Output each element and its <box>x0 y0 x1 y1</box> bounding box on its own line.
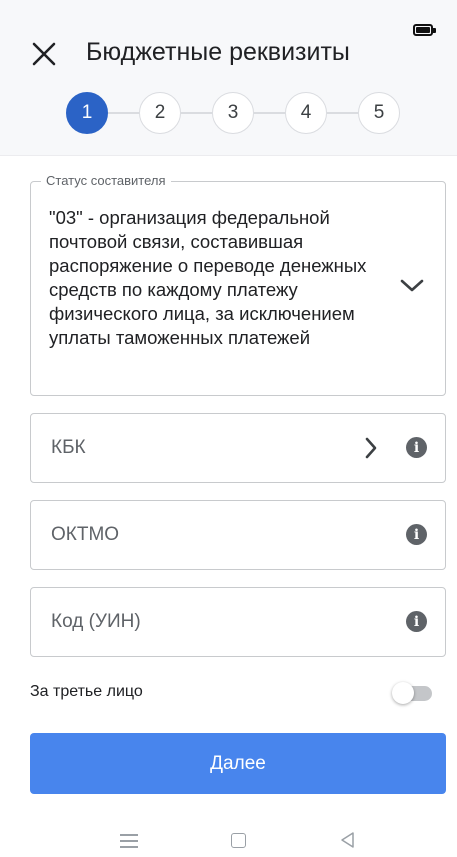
info-icon[interactable]: i <box>406 437 427 458</box>
info-icon[interactable]: i <box>406 524 427 545</box>
app-header: Бюджетные реквизиты 1 2 3 4 5 <box>0 0 457 156</box>
uin-placeholder: Код (УИН) <box>51 611 141 632</box>
status-select[interactable]: Статус составителя "03" - организация фе… <box>30 173 446 396</box>
info-icon[interactable]: i <box>406 611 427 632</box>
step-connector <box>108 112 139 114</box>
system-nav-bar <box>0 820 457 857</box>
status-value: "03" - организация федеральной почтовой … <box>49 207 367 348</box>
stepper: 1 2 3 4 5 <box>66 92 400 134</box>
close-icon[interactable] <box>30 40 58 68</box>
kbk-field[interactable]: КБК i <box>30 413 446 483</box>
chevron-down-icon <box>400 279 424 292</box>
step-connector <box>254 112 285 114</box>
chevron-right-icon <box>365 437 377 459</box>
status-label: Статус составителя <box>41 173 171 188</box>
oktmo-placeholder: ОКТМО <box>51 524 120 545</box>
page-title: Бюджетные реквизиты <box>86 38 350 66</box>
third-party-toggle[interactable] <box>392 681 434 705</box>
step-4[interactable]: 4 <box>285 92 327 134</box>
menu-icon[interactable] <box>120 830 140 850</box>
battery-icon <box>413 24 436 36</box>
home-icon[interactable] <box>229 830 249 850</box>
step-connector <box>181 112 212 114</box>
back-icon[interactable] <box>338 830 358 850</box>
kbk-placeholder: КБК <box>51 437 86 458</box>
step-1[interactable]: 1 <box>66 92 108 134</box>
step-2[interactable]: 2 <box>139 92 181 134</box>
uin-field[interactable]: Код (УИН) i <box>30 587 446 657</box>
step-3[interactable]: 3 <box>212 92 254 134</box>
next-button[interactable]: Далее <box>30 733 446 794</box>
step-connector <box>327 112 358 114</box>
third-party-label: За третье лицо <box>30 683 143 700</box>
oktmo-field[interactable]: ОКТМО i <box>30 500 446 570</box>
step-5[interactable]: 5 <box>358 92 400 134</box>
